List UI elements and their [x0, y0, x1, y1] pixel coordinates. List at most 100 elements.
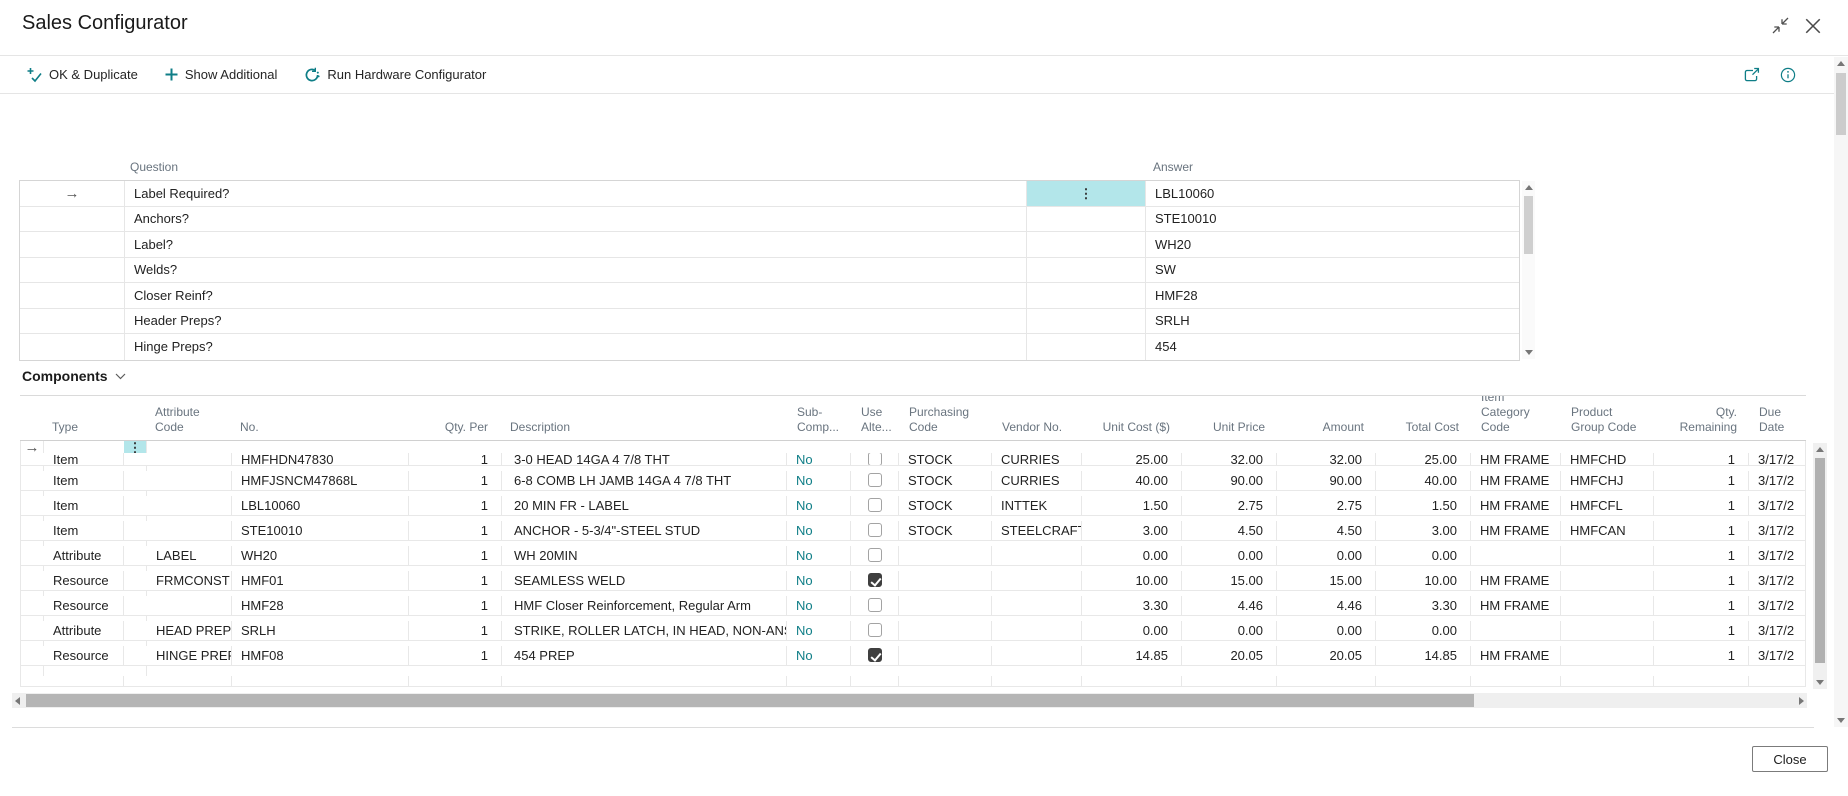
checkbox-checked-icon[interactable] [868, 648, 882, 662]
cell-sub-component[interactable]: No [787, 471, 851, 491]
cell-due-date[interactable]: 3/17/2 [1749, 521, 1805, 541]
cell-product-group-code[interactable]: HMFCHD [1561, 453, 1654, 465]
checkbox-unchecked-icon[interactable] [868, 523, 882, 537]
answer-assist-cell[interactable] [1027, 258, 1146, 283]
question-row[interactable]: Welds?SW [20, 258, 1519, 284]
checkbox-unchecked-icon[interactable] [868, 498, 882, 512]
cell-qty-per[interactable]: 1 [409, 621, 502, 641]
cell-due-date[interactable]: 3/17/2 [1749, 471, 1805, 491]
cell-no[interactable]: LBL10060 [232, 496, 409, 516]
cell-qty-per[interactable]: 1 [409, 596, 502, 616]
cell-total-cost[interactable]: 40.00 [1376, 471, 1471, 491]
answer-assist-cell[interactable] [1027, 334, 1146, 360]
cell-amount[interactable]: 15.00 [1277, 571, 1376, 591]
cell-amount[interactable]: 20.05 [1277, 646, 1376, 666]
checkbox-unchecked-icon[interactable] [868, 598, 882, 612]
components-section-toggle[interactable]: Components [22, 368, 126, 384]
cell-type[interactable]: Attribute [44, 546, 124, 566]
cell-attribute-code[interactable] [147, 521, 232, 541]
cell-vendor-no[interactable] [992, 546, 1082, 566]
cell-amount[interactable]: 4.46 [1277, 596, 1376, 616]
cell-unit-price[interactable]: 0.00 [1182, 546, 1277, 566]
question-cell[interactable]: Welds? [125, 258, 1027, 283]
cell-total-cost[interactable]: 0.00 [1376, 546, 1471, 566]
component-row[interactable]: AttributeHEAD PREPSRLH1STRIKE, ROLLER LA… [20, 616, 1806, 641]
cell-use-alternative[interactable] [851, 646, 899, 666]
scroll-down-arrow[interactable] [1837, 718, 1845, 723]
cell-attribute-code[interactable]: HEAD PREP [147, 621, 232, 641]
cell-due-date[interactable]: 3/17/2 [1749, 496, 1805, 516]
scrollbar-thumb[interactable] [26, 694, 1474, 707]
scroll-up-arrow[interactable] [1837, 61, 1845, 66]
cell-unit-cost[interactable]: 25.00 [1082, 453, 1182, 465]
cell-attribute-code[interactable]: HINGE PREP [147, 646, 232, 666]
cell-product-group-code[interactable]: HMFCAN [1561, 521, 1654, 541]
question-row[interactable]: Header Preps?SRLH [20, 309, 1519, 335]
cell-description[interactable]: 6-8 COMB LH JAMB 14GA 4 7/8 THT [502, 471, 787, 491]
scroll-down-arrow[interactable] [1525, 350, 1533, 355]
cell-vendor-no[interactable]: STEELCRAFT [992, 521, 1082, 541]
cell-item-category-code[interactable]: HM FRAME [1471, 496, 1561, 516]
cell-use-alternative[interactable] [851, 471, 899, 491]
column-header-use-alternative[interactable]: Use Alte... [852, 396, 900, 440]
cell-product-group-code[interactable] [1561, 596, 1654, 616]
scroll-up-arrow[interactable] [1816, 447, 1824, 452]
cell-unit-price[interactable]: 90.00 [1182, 471, 1277, 491]
cell-sub-component[interactable]: No [787, 453, 851, 465]
cell-no[interactable]: SRLH [232, 621, 409, 641]
answer-assist-cell[interactable] [1027, 207, 1146, 232]
cell-unit-price[interactable]: 15.00 [1182, 571, 1277, 591]
checkbox-unchecked-icon[interactable] [868, 473, 882, 487]
column-header-item-category-code[interactable]: Item Category Code [1472, 396, 1562, 440]
checkbox-unchecked-icon[interactable] [868, 623, 882, 637]
cell-use-alternative[interactable] [851, 546, 899, 566]
cell-amount[interactable]: 0.00 [1277, 621, 1376, 641]
cell-options[interactable]: ⋮ [124, 441, 147, 453]
cell-due-date[interactable]: 3/17/2 [1749, 596, 1805, 616]
cell-type[interactable]: Item [44, 471, 124, 491]
cell-sub-component[interactable]: No [787, 596, 851, 616]
cell-amount[interactable]: 32.00 [1277, 453, 1376, 465]
answer-assist-cell[interactable] [1027, 232, 1146, 257]
cell-vendor-no[interactable] [992, 646, 1082, 666]
answer-cell[interactable]: WH20 [1146, 232, 1519, 257]
scrollbar-thumb[interactable] [1815, 458, 1825, 663]
component-row[interactable]: ItemSTE100101ANCHOR - 5-3/4"-STEEL STUDN… [20, 516, 1806, 541]
cell-use-alternative[interactable] [851, 521, 899, 541]
question-row[interactable]: Anchors?STE10010 [20, 207, 1519, 233]
cell-total-cost[interactable]: 1.50 [1376, 496, 1471, 516]
cell-description[interactable]: 454 PREP [502, 646, 787, 666]
cell-amount[interactable]: 2.75 [1277, 496, 1376, 516]
show-additional-button[interactable]: Show Additional [165, 67, 278, 83]
cell-unit-price[interactable]: 20.05 [1182, 646, 1277, 666]
cell-unit-cost[interactable]: 0.00 [1082, 546, 1182, 566]
close-button[interactable]: Close [1752, 746, 1828, 772]
cell-type[interactable]: Item [44, 453, 124, 465]
answer-cell[interactable]: HMF28 [1146, 283, 1519, 308]
share-button[interactable] [1741, 64, 1762, 85]
questions-vertical-scrollbar[interactable] [1522, 181, 1535, 359]
cell-no[interactable]: WH20 [232, 546, 409, 566]
question-cell[interactable]: Closer Reinf? [125, 283, 1027, 308]
components-vertical-scrollbar[interactable] [1813, 443, 1827, 689]
cell-qty-remaining[interactable]: 1 [1654, 521, 1749, 541]
cell-purchasing-code[interactable] [899, 646, 992, 666]
cell-attribute-code[interactable]: LABEL [147, 546, 232, 566]
cell-options[interactable] [124, 516, 147, 521]
column-header-unit-price[interactable]: Unit Price [1183, 396, 1278, 440]
cell-total-cost[interactable]: 3.30 [1376, 596, 1471, 616]
cell-no[interactable]: HMFHDN47830 [232, 453, 409, 465]
cell-sub-component[interactable]: No [787, 571, 851, 591]
answer-cell[interactable]: SRLH [1146, 309, 1519, 334]
cell-sub-component[interactable]: No [787, 496, 851, 516]
cell-due-date[interactable]: 3/17/2 [1749, 453, 1805, 465]
cell-sub-component[interactable]: No [787, 646, 851, 666]
cell-use-alternative[interactable] [851, 596, 899, 616]
cell-description[interactable]: 3-0 HEAD 14GA 4 7/8 THT [502, 453, 787, 465]
cell-qty-per[interactable]: 1 [409, 646, 502, 666]
cell-qty-per[interactable]: 1 [409, 571, 502, 591]
question-cell[interactable]: Anchors? [125, 207, 1027, 232]
cell-no[interactable]: HMF08 [232, 646, 409, 666]
cell-attribute-code[interactable] [147, 471, 232, 491]
scroll-up-arrow[interactable] [1525, 185, 1533, 190]
